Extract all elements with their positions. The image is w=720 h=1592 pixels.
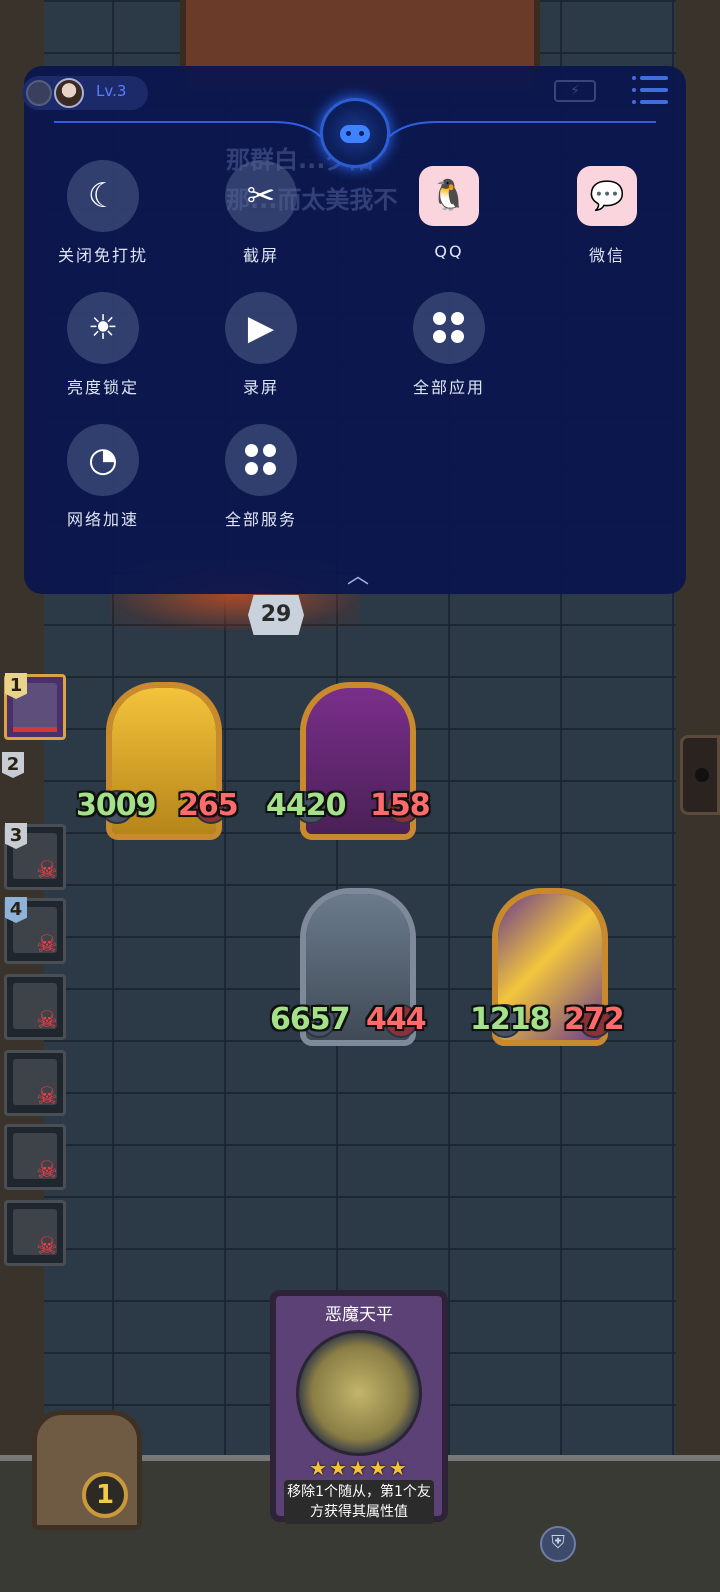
scissors-icon: ✂ bbox=[246, 176, 276, 216]
tile-network-accelerate[interactable]: ◔ 网络加速 bbox=[32, 424, 172, 534]
tile-label: 截屏 bbox=[242, 246, 279, 265]
speed-icon: ◔ bbox=[88, 440, 118, 480]
spell-card-description: 移除1个随从，第1个友方获得其属性值 bbox=[284, 1480, 434, 1524]
queue-item-defeated[interactable]: ☠ 4 bbox=[4, 897, 66, 964]
minion-health: 444 bbox=[366, 1002, 427, 1037]
user-level: Lv.3 bbox=[96, 82, 127, 100]
minion-attack: 3009 bbox=[76, 788, 156, 823]
minion-health: 272 bbox=[564, 1002, 625, 1037]
tile-label: 全部服务 bbox=[224, 510, 297, 529]
tile-label: 亮度锁定 bbox=[66, 378, 139, 397]
user-profile-pill[interactable]: Lv.3 bbox=[22, 76, 148, 110]
queue-item-defeated[interactable]: ☠ bbox=[4, 1124, 66, 1190]
shield-icon[interactable]: ⛨ bbox=[540, 1526, 576, 1562]
star-rating: ★★★★★ bbox=[309, 1456, 409, 1480]
profile-ring bbox=[26, 80, 52, 106]
skull-icon: ☠ bbox=[36, 856, 58, 884]
minion-attack: 1218 bbox=[470, 1002, 550, 1037]
queue-number: 4 bbox=[5, 897, 27, 923]
minion-health: 158 bbox=[370, 788, 431, 823]
tile-wechat[interactable]: 💬 微信 bbox=[536, 160, 676, 270]
tile-label: 录屏 bbox=[242, 378, 279, 397]
tile-label: 关闭免打扰 bbox=[57, 246, 148, 265]
tile-screenshot[interactable]: ✂ 截屏 bbox=[190, 160, 330, 270]
treasure-chest[interactable] bbox=[32, 1410, 142, 1530]
avatar bbox=[54, 78, 84, 108]
tile-label: QQ bbox=[434, 242, 464, 261]
minion-attack: 6657 bbox=[270, 1002, 350, 1037]
moon-icon: ☾ bbox=[87, 176, 119, 216]
spell-card-art bbox=[296, 1330, 422, 1456]
gamepad-icon[interactable] bbox=[320, 98, 390, 168]
queue-number: 3 bbox=[5, 823, 27, 849]
skull-icon: ☠ bbox=[36, 1156, 58, 1184]
skull-icon: ☠ bbox=[36, 930, 58, 958]
tile-dnd[interactable]: ☾ 关闭免打扰 bbox=[32, 160, 172, 270]
grid-icon bbox=[433, 312, 465, 344]
gold-counter: 1 bbox=[82, 1472, 128, 1518]
tile-all-services[interactable]: 全部服务 bbox=[190, 424, 330, 534]
enemy-hero-health: 29 bbox=[248, 595, 304, 635]
skull-icon: ☠ bbox=[36, 1082, 58, 1110]
menu-icon[interactable] bbox=[632, 74, 672, 108]
wechat-icon: 💬 bbox=[589, 179, 625, 212]
tile-label: 全部应用 bbox=[412, 378, 485, 397]
queue-health-bar bbox=[13, 727, 57, 732]
queue-number: 2 bbox=[2, 752, 24, 778]
queue-item-defeated[interactable]: ☠ bbox=[4, 1200, 66, 1266]
tile-label: 微信 bbox=[588, 246, 625, 265]
tile-all-apps[interactable]: 全部应用 bbox=[378, 292, 518, 402]
spell-card[interactable]: 恶魔天平 ★★★★★ 移除1个随从，第1个友方获得其属性值 bbox=[270, 1290, 448, 1524]
queue-item-defeated[interactable]: ☠ bbox=[4, 1050, 66, 1116]
minion-health: 265 bbox=[178, 788, 239, 823]
tile-brightness-lock[interactable]: ☀ 亮度锁定 bbox=[32, 292, 172, 402]
skull-icon: ☠ bbox=[36, 1232, 58, 1260]
queue-item-defeated[interactable]: ☠ 3 bbox=[4, 823, 66, 890]
skull-icon: ☠ bbox=[36, 1006, 58, 1034]
queue-number: 1 bbox=[5, 673, 27, 699]
minion-attack: 4420 bbox=[266, 788, 346, 823]
brightness-lock-icon: ☀ bbox=[87, 308, 119, 348]
queue-item-defeated[interactable]: ☠ bbox=[4, 974, 66, 1040]
tile-label: 网络加速 bbox=[66, 510, 139, 529]
spell-card-title: 恶魔天平 bbox=[325, 1305, 393, 1325]
video-camera-icon: ▶ bbox=[247, 308, 275, 348]
collapse-chevron-icon[interactable]: ︿ bbox=[340, 566, 376, 588]
tile-screen-record[interactable]: ▶ 录屏 bbox=[190, 292, 330, 402]
grid-icon bbox=[245, 444, 277, 476]
side-door-knob bbox=[680, 735, 720, 815]
tile-qq[interactable]: 🐧 QQ bbox=[378, 160, 518, 270]
battery-icon: ⚡ bbox=[554, 80, 596, 102]
qq-icon: 🐧 bbox=[430, 178, 468, 213]
queue-item-active[interactable]: 1 bbox=[4, 673, 66, 740]
